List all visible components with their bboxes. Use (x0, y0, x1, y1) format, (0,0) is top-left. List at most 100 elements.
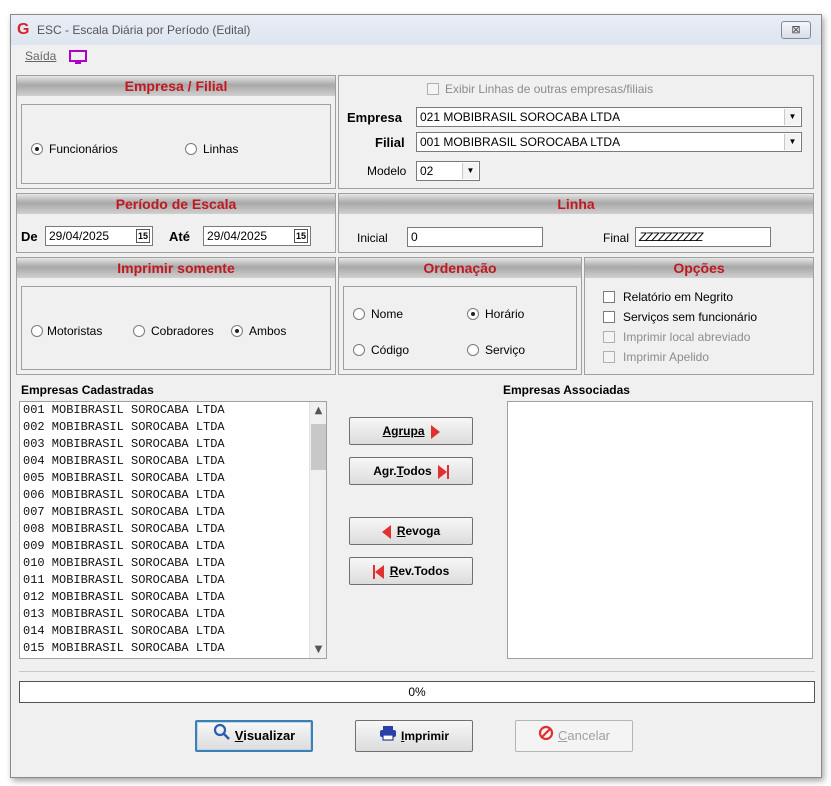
list-item[interactable]: 011 MOBIBRASIL SOROCABA LTDA (20, 572, 326, 589)
show-others-label: Exibir Linhas de outras empresas/filiais (445, 82, 654, 96)
radio-ambos[interactable] (231, 325, 243, 337)
chevron-up-icon[interactable]: ▲ (310, 402, 326, 419)
chevron-down-icon[interactable]: ▼ (784, 109, 800, 125)
radio-funcionarios[interactable] (31, 143, 43, 155)
agr-todos-suffix: odos (403, 464, 432, 478)
relatorio-negrito-label: Relatório em Negrito (623, 290, 734, 304)
list-item[interactable]: 009 MOBIBRASIL SOROCABA LTDA (20, 538, 326, 555)
rev-todos-button[interactable]: Rev.Todos (349, 557, 473, 585)
cancelar-mnemonic: C (557, 728, 568, 743)
agrupa-label: Agrupa (382, 424, 425, 438)
empresa-filial-panel: Empresa / Filial Funcionários Linhas (16, 75, 336, 189)
empresa-value: 021 MOBIBRASIL SOROCABA LTDA (420, 110, 621, 124)
radio-cobradores[interactable] (133, 325, 145, 337)
list-scrollbar[interactable]: ▲ ▼ (309, 402, 326, 658)
local-abreviado-label: Imprimir local abreviado (623, 330, 751, 344)
de-date-value: 29/04/2025 (49, 229, 110, 243)
empresa-select[interactable]: 021 MOBIBRASIL SOROCABA LTDA ▼ (416, 107, 802, 127)
list-item[interactable]: 010 MOBIBRASIL SOROCABA LTDA (20, 555, 326, 572)
close-button[interactable]: ⊠ (781, 21, 811, 39)
list-item[interactable]: 006 MOBIBRASIL SOROCABA LTDA (20, 487, 326, 504)
revoga-button[interactable]: Revoga (349, 517, 473, 545)
chevron-down-icon[interactable]: ▼ (784, 134, 800, 150)
list-item[interactable]: 007 MOBIBRASIL SOROCABA LTDA (20, 504, 326, 521)
cancelar-button[interactable]: Cancelar (515, 720, 633, 752)
ate-date-value: 29/04/2025 (207, 229, 268, 243)
visualizar-button[interactable]: Visualizar (195, 720, 313, 752)
radio-horario[interactable] (467, 308, 479, 320)
magnifier-icon (213, 723, 231, 751)
cancel-circle-icon (538, 722, 554, 752)
agr-todos-prefix: Agr. (373, 464, 397, 478)
linha-final-input[interactable]: ZZZZZZZZZZ (635, 227, 771, 247)
checkbox-relatorio-negrito[interactable] (603, 291, 615, 303)
radio-funcionarios-label: Funcionários (49, 142, 118, 156)
modelo-value: 02 (420, 164, 434, 178)
imprimir-panel: Imprimir somente Motoristas Cobradores A… (16, 257, 336, 375)
agr-todos-button[interactable]: Agr.Todos (349, 457, 473, 485)
radio-servico[interactable] (467, 344, 479, 356)
window-title: ESC - Escala Diária por Período (Edital) (37, 23, 251, 37)
ordenacao-panel: Ordenação Nome Horário Código Serviço (338, 257, 582, 375)
arrow-right-end-icon (437, 464, 447, 479)
menu-saida[interactable]: Saída (25, 49, 56, 63)
empresas-cadastradas-list[interactable]: 001 MOBIBRASIL SOROCABA LTDA 002 MOBIBRA… (19, 401, 327, 659)
modelo-select[interactable]: 02 ▼ (416, 161, 480, 181)
revoga-suffix: evoga (405, 524, 441, 538)
visualizar-suffix: isualizar (243, 728, 296, 743)
opcoes-header: Opções (585, 258, 813, 278)
final-label: Final (603, 231, 630, 245)
radio-cobradores-label: Cobradores (151, 324, 214, 338)
linha-inicial-input[interactable]: 0 (407, 227, 543, 247)
scroll-thumb[interactable] (311, 424, 326, 470)
list-item[interactable]: 015 MOBIBRASIL SOROCABA LTDA (20, 640, 326, 657)
ordenacao-box (343, 286, 577, 370)
checkbox-imprimir-apelido[interactable] (603, 351, 615, 363)
chevron-down-icon[interactable]: ▼ (310, 641, 326, 658)
monitor-icon[interactable] (69, 50, 87, 65)
list-item[interactable]: 005 MOBIBRASIL SOROCABA LTDA (20, 470, 326, 487)
checkbox-servicos-sem-funcionario[interactable] (603, 311, 615, 323)
list-item[interactable]: 003 MOBIBRASIL SOROCABA LTDA (20, 436, 326, 453)
calendar-icon[interactable]: 15 (136, 229, 150, 243)
ordenacao-header: Ordenação (339, 258, 581, 278)
radio-ambos-label: Ambos (249, 324, 287, 338)
show-others-checkbox[interactable] (427, 83, 439, 95)
radio-linhas[interactable] (185, 143, 197, 155)
radio-nome[interactable] (353, 308, 365, 320)
calendar-icon[interactable]: 15 (294, 229, 308, 243)
list-item[interactable]: 013 MOBIBRASIL SOROCABA LTDA (20, 606, 326, 623)
radio-servico-label: Serviço (485, 343, 526, 357)
list-item[interactable]: 004 MOBIBRASIL SOROCABA LTDA (20, 453, 326, 470)
list-item[interactable]: 002 MOBIBRASIL SOROCABA LTDA (20, 419, 326, 436)
radio-linhas-label: Linhas (203, 142, 239, 156)
radio-codigo[interactable] (353, 344, 365, 356)
end-bar-icon (446, 464, 449, 479)
menu-bar: Saída (25, 49, 87, 67)
imprimir-suffix: mprimir (404, 729, 450, 743)
opcoes-panel: Opções Relatório em Negrito Serviços sem… (584, 257, 814, 375)
empresas-associadas-list[interactable] (507, 401, 813, 659)
radio-motoristas-label: Motoristas (47, 324, 103, 338)
filial-select[interactable]: 001 MOBIBRASIL SOROCABA LTDA ▼ (416, 132, 802, 152)
linha-header: Linha (339, 194, 813, 214)
list-item[interactable]: 008 MOBIBRASIL SOROCABA LTDA (20, 521, 326, 538)
printer-icon (379, 722, 397, 752)
list-item[interactable]: 014 MOBIBRASIL SOROCABA LTDA (20, 623, 326, 640)
radio-nome-label: Nome (371, 307, 404, 321)
rev-todos-suffix: ev.Todos (398, 564, 450, 578)
de-date-field[interactable]: 29/04/2025 15 (45, 226, 153, 246)
title-bar: G ESC - Escala Diária por Período (Edita… (11, 15, 821, 45)
chevron-down-icon[interactable]: ▼ (462, 163, 478, 179)
imprimir-button[interactable]: Imprimir (355, 720, 473, 752)
agrupa-button[interactable]: Agrupa (349, 417, 473, 445)
ate-date-field[interactable]: 29/04/2025 15 (203, 226, 311, 246)
periodo-header: Período de Escala (17, 194, 335, 214)
checkbox-local-abreviado[interactable] (603, 331, 615, 343)
empresas-cadastradas-label: Empresas Cadastradas (21, 383, 154, 397)
radio-motoristas[interactable] (31, 325, 43, 337)
imprimir-apelido-label: Imprimir Apelido (623, 350, 710, 364)
list-item[interactable]: 012 MOBIBRASIL SOROCABA LTDA (20, 589, 326, 606)
list-item[interactable]: 001 MOBIBRASIL SOROCABA LTDA (20, 402, 326, 419)
empresa-filial-header: Empresa / Filial (17, 76, 335, 96)
